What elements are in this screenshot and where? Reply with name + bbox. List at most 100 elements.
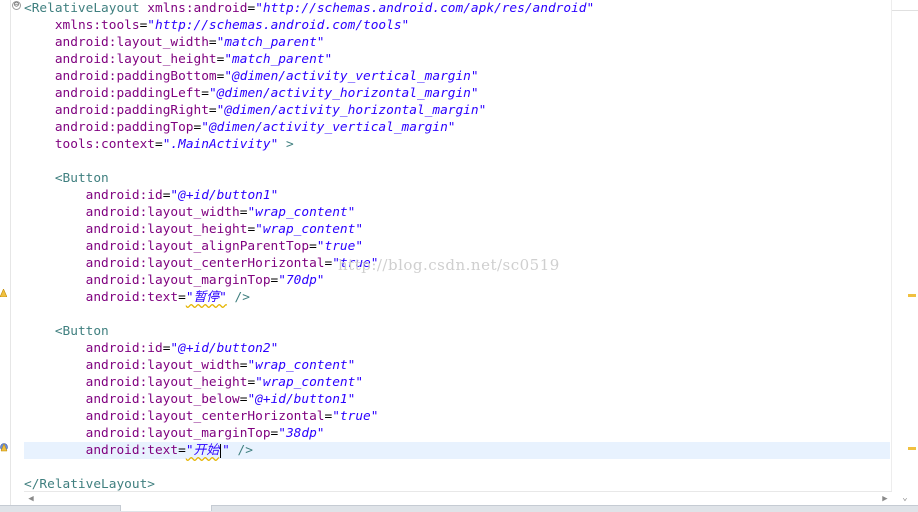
equals: = — [178, 443, 186, 458]
attr-name: android:layout_alignParentTop — [85, 239, 310, 254]
attr-value: "38dp" — [278, 426, 325, 441]
code-line-1: <RelativeLayout xmlns:android="http://sc… — [24, 0, 594, 17]
code-line-26: android:layout_marginTop="38dp" — [24, 425, 325, 442]
attr-name: android:layout_width — [85, 358, 240, 373]
editor-bottom-tab[interactable] — [120, 505, 212, 511]
horizontal-scrollbar[interactable]: ◀ ▶ — [24, 491, 892, 506]
attr-name: tools:context — [54, 137, 155, 152]
attr-name: android:text — [85, 290, 179, 305]
attr-name: android:layout_marginTop — [85, 426, 271, 441]
code-line-12: android:id="@+id/button1" — [24, 187, 279, 204]
equals: = — [208, 103, 217, 118]
attr-value: "wrap_content" — [247, 358, 356, 373]
code-line-27-current: android:text="开始 " /> — [24, 442, 890, 459]
code-line-6: android:paddingLeft="@dimen/activity_hor… — [24, 85, 479, 102]
attr-value: "@dimen/activity_horizontal_margin" — [208, 86, 479, 101]
code-line-22: android:layout_width="wrap_content" — [24, 357, 356, 374]
attr-value-quote: " — [222, 443, 230, 458]
equals: = — [155, 137, 163, 152]
attr-value: "match_parent" — [216, 35, 325, 50]
attr-name: android:layout_centerHorizontal — [85, 409, 325, 424]
code-line-23: android:layout_height="wrap_content" — [24, 374, 363, 391]
attr-name: android:id — [85, 341, 163, 356]
code-line-15: android:layout_alignParentTop="true" — [24, 238, 363, 255]
code-line-5: android:paddingBottom="@dimen/activity_v… — [24, 68, 479, 85]
code-line-16: android:layout_centerHorizontal="true" — [24, 255, 379, 272]
attr-name: xmlns:tools — [54, 18, 140, 33]
code-line-7: android:paddingRight="@dimen/activity_ho… — [24, 102, 486, 119]
code-line-3: android:layout_width="match_parent" — [24, 34, 325, 51]
code-line-11: <Button — [24, 170, 109, 187]
info-warning-icon[interactable] — [0, 442, 8, 452]
attr-name: android:layout_height — [54, 52, 217, 67]
attr-value: "@+id/button1" — [170, 188, 279, 203]
attr-name: android:paddingTop — [54, 120, 194, 135]
tag-open-button: <Button — [54, 171, 109, 186]
attr-name: android:layout_height — [85, 222, 248, 237]
attr-name: android:paddingLeft — [54, 86, 202, 101]
equals: = — [201, 86, 209, 101]
text-cursor — [220, 443, 222, 458]
attr-name: android:layout_width — [85, 205, 240, 220]
fold-collapse-icon[interactable]: ⊖ — [12, 1, 21, 10]
attr-value: "@+id/button1" — [247, 392, 356, 407]
equals: = — [247, 222, 256, 237]
code-line-18: android:text="暂停" /> — [24, 289, 250, 306]
attr-value: "http://schemas.android.com/tools" — [147, 18, 410, 33]
attr-name: android:layout_below — [85, 392, 240, 407]
code-line-9: tools:context=".MainActivity" > — [24, 136, 294, 153]
equals: = — [178, 290, 186, 305]
code-line-4: android:layout_height="match_parent" — [24, 51, 332, 68]
attr-value: "match_parent" — [224, 52, 333, 67]
code-line-2: xmlns:tools="http://schemas.android.com/… — [24, 17, 409, 34]
overview-warning-marker[interactable] — [908, 447, 916, 450]
attr-value: "70dp" — [278, 273, 325, 288]
scroll-top-button[interactable] — [892, 0, 918, 11]
attr-name: android:layout_centerHorizontal — [85, 256, 325, 271]
attr-value: "true" — [332, 409, 379, 424]
equals: = — [309, 239, 317, 254]
attr-value: "wrap_content" — [247, 205, 356, 220]
scroll-down-icon[interactable]: ⌄ — [892, 491, 918, 505]
attr-value: "true" — [316, 239, 364, 254]
attr-name: android:layout_width — [54, 35, 209, 50]
attr-name: xmlns:android — [147, 1, 248, 16]
tag-open-button: <Button — [54, 324, 109, 339]
attr-name: android:id — [85, 188, 163, 203]
attr-name: android:layout_marginTop — [85, 273, 271, 288]
tag-close-relativelayout: </RelativeLayout> — [24, 477, 155, 491]
attr-value: "@dimen/activity_vertical_margin" — [201, 120, 456, 135]
code-line-14: android:layout_height="wrap_content" — [24, 221, 363, 238]
code-line-17: android:layout_marginTop="70dp" — [24, 272, 325, 289]
scroll-left-icon[interactable]: ◀ — [24, 492, 38, 506]
tag-close: /> — [226, 290, 250, 305]
code-line-8: android:paddingTop="@dimen/activity_vert… — [24, 119, 456, 136]
code-line-24: android:layout_below="@+id/button1" — [24, 391, 356, 408]
attr-name: android:paddingBottom — [54, 69, 217, 84]
attr-value: "@dimen/activity_horizontal_margin" — [216, 103, 487, 118]
code-line-20: <Button — [24, 323, 109, 340]
attr-name: android:paddingRight — [54, 103, 209, 118]
tag-close: /> — [229, 443, 253, 458]
attr-name: android:layout_height — [85, 375, 248, 390]
overview-warning-marker[interactable] — [908, 294, 916, 297]
code-line-21: android:id="@+id/button2" — [24, 340, 279, 357]
code-line-13: android:layout_width="wrap_content" — [24, 204, 356, 221]
attr-value: "wrap_content" — [255, 222, 364, 237]
attr-value: "wrap_content" — [255, 375, 364, 390]
watermark-text: http://blog.csdn.net/sc0519 — [338, 256, 560, 274]
scroll-right-icon[interactable]: ▶ — [878, 492, 892, 506]
tag-open-relativelayout: <RelativeLayout — [24, 1, 140, 16]
equals: = — [208, 35, 217, 50]
warning-icon[interactable] — [0, 289, 7, 297]
code-line-29: </RelativeLayout> — [24, 476, 155, 491]
code-editor[interactable]: <RelativeLayout xmlns:android = "http://sc… — [24, 0, 892, 491]
attr-name: android:text — [85, 443, 179, 458]
overview-ruler[interactable] — [891, 0, 918, 491]
attr-value: ".MainActivity" — [162, 137, 279, 152]
code-line-25: android:layout_centerHorizontal="true" — [24, 408, 379, 425]
tag-close: > — [278, 137, 294, 152]
equals: = — [247, 375, 256, 390]
attr-value: "@+id/button2" — [170, 341, 279, 356]
attr-value-warning: "暂停" — [185, 290, 227, 305]
